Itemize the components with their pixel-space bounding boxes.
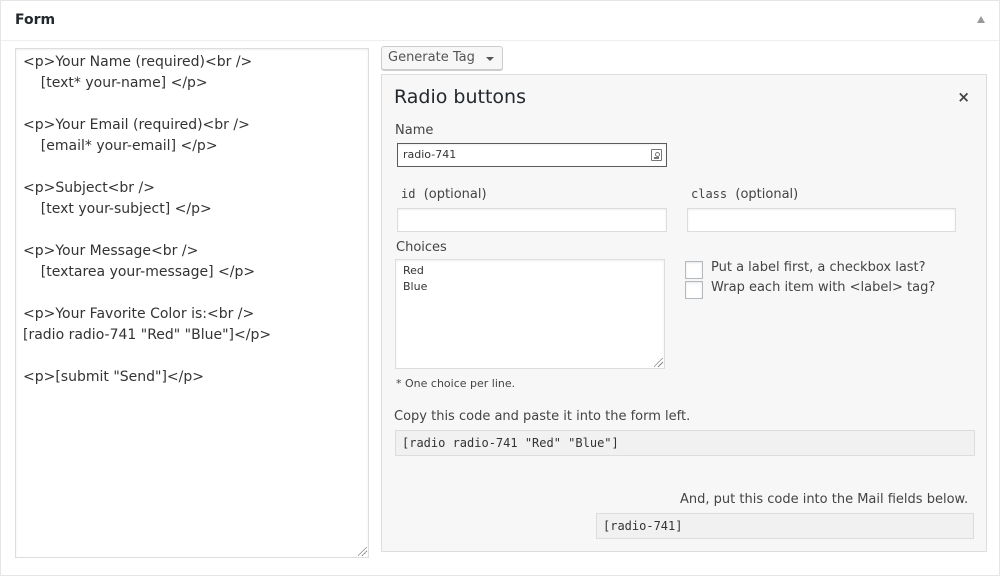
tag-generator-title: Radio buttons: [394, 86, 526, 108]
mail-instruction: And, put this code into the Mail fields …: [680, 492, 969, 507]
generate-tag-label: Generate Tag: [388, 50, 475, 65]
panel-header: Form: [1, 1, 999, 41]
generate-tag-button[interactable]: Generate Tag: [381, 46, 503, 70]
mail-tag-code-field[interactable]: [radio-741]: [596, 513, 974, 539]
choices-resize-grip-icon[interactable]: [654, 358, 663, 367]
id-label: id (optional): [401, 187, 487, 202]
mail-tag-code: [radio-741]: [603, 519, 683, 533]
caret-down-icon: [485, 57, 494, 61]
form-template-editor[interactable]: <p>Your Name (required)<br /> [text* you…: [15, 48, 369, 558]
form-template-text: <p>Your Name (required)<br /> [text* you…: [23, 54, 272, 385]
label-first-checkbox[interactable]: [685, 261, 703, 279]
choices-value: Red Blue: [403, 264, 428, 293]
form-tag-code-field[interactable]: [radio radio-741 "Red" "Blue"]: [395, 430, 975, 456]
class-input[interactable]: [687, 208, 956, 232]
name-input[interactable]: radio-741: [397, 143, 667, 167]
id-input[interactable]: [397, 208, 667, 232]
panel-title: Form: [15, 12, 56, 28]
wrap-label-text: Wrap each item with <label> tag?: [711, 280, 936, 295]
name-input-value: radio-741: [403, 148, 457, 161]
wrap-label-checkbox[interactable]: [685, 281, 703, 299]
resize-grip-icon[interactable]: [358, 547, 367, 556]
choices-label: Choices: [396, 240, 447, 255]
class-optional-text: (optional): [735, 187, 799, 202]
collapse-arrow-icon[interactable]: [977, 16, 985, 23]
copy-instruction: Copy this code and paste it into the for…: [394, 409, 691, 424]
class-label: class (optional): [691, 187, 798, 202]
choices-textarea[interactable]: Red Blue: [395, 259, 665, 369]
close-icon[interactable]: ×: [957, 90, 970, 105]
choices-hint: * One choice per line.: [396, 377, 516, 390]
label-first-text: Put a label first, a checkbox last?: [711, 260, 926, 275]
form-panel: Form <p>Your Name (required)<br /> [text…: [0, 0, 1000, 576]
contact-card-icon: [651, 149, 662, 161]
class-label-code: class: [691, 187, 728, 201]
id-optional-text: (optional): [423, 187, 487, 202]
id-label-code: id: [401, 187, 416, 201]
name-label: Name: [395, 123, 434, 138]
form-tag-code: [radio radio-741 "Red" "Blue"]: [402, 436, 619, 450]
